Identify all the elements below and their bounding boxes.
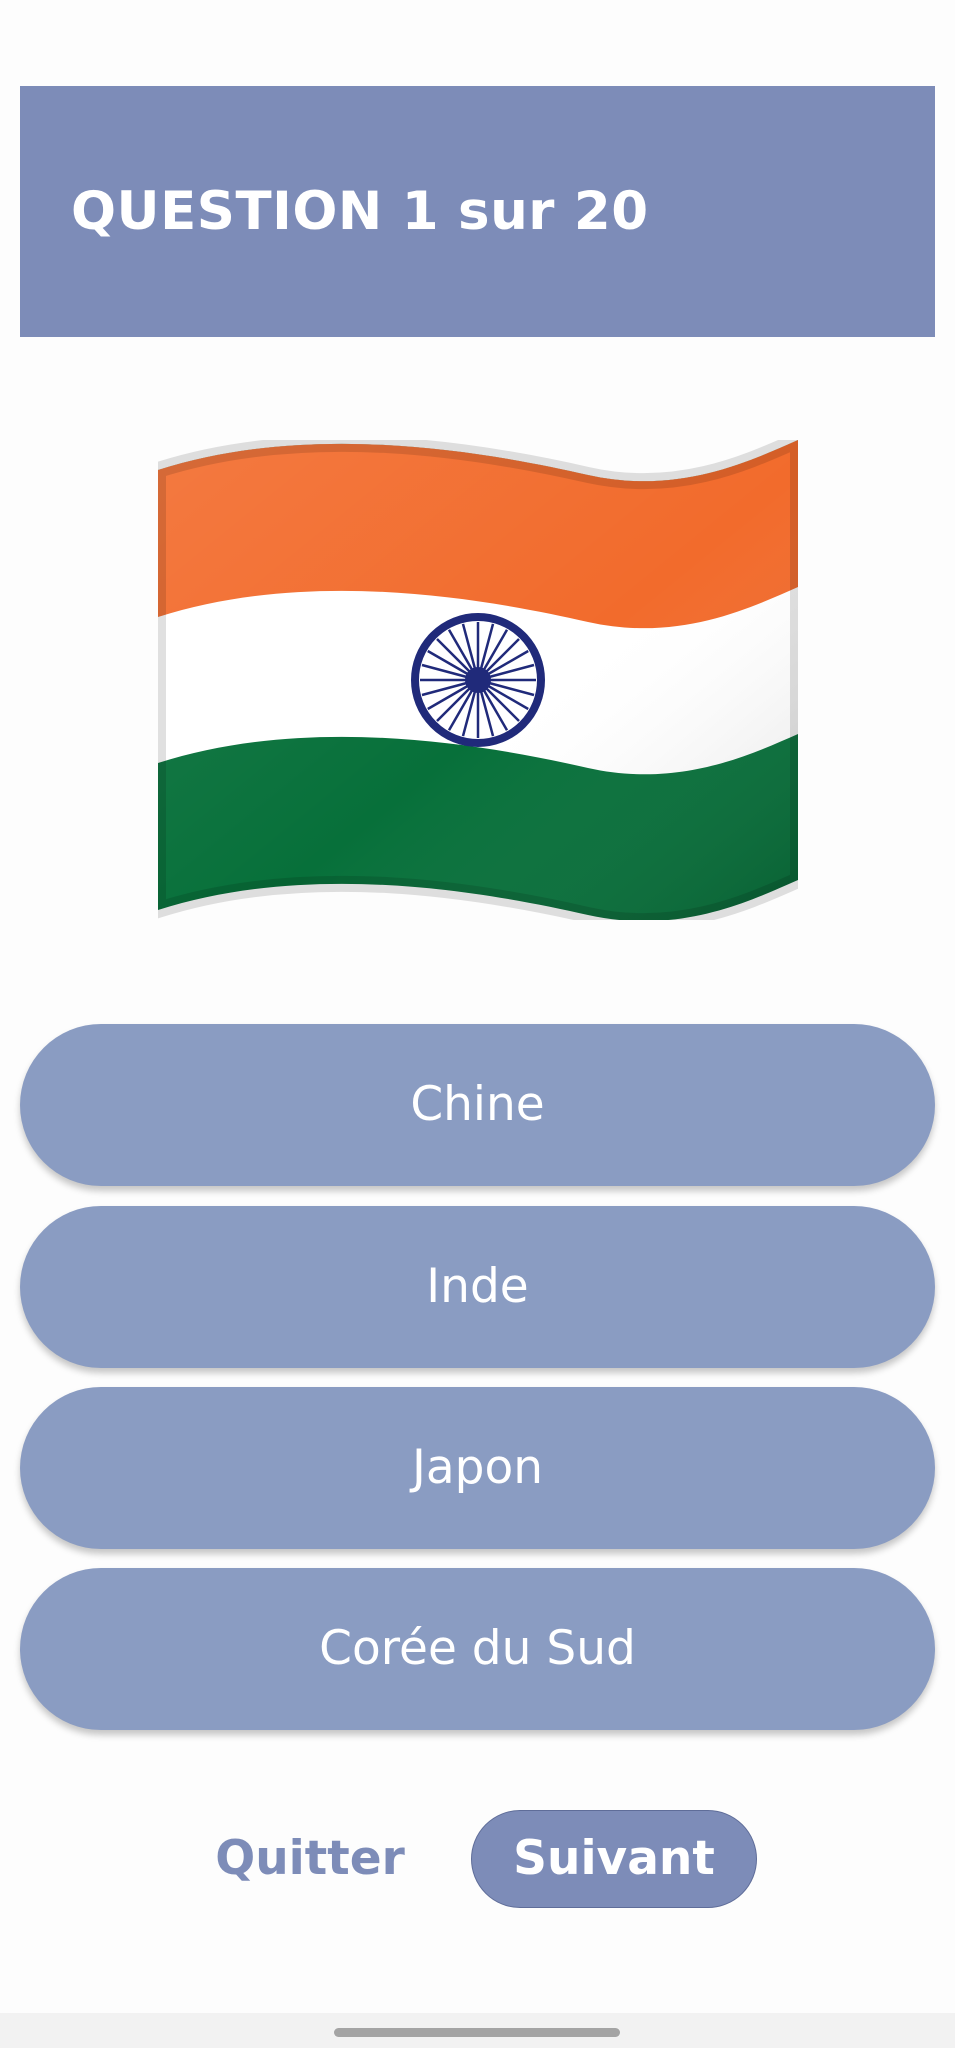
answer-option-japon[interactable]: Japon	[20, 1387, 935, 1549]
question-counter-title: QUESTION 1 sur 20	[71, 181, 649, 242]
answer-option-chine[interactable]: Chine	[20, 1024, 935, 1186]
system-navigation-bar	[0, 2013, 955, 2048]
question-header: QUESTION 1 sur 20	[20, 86, 935, 337]
next-button[interactable]: Suivant	[471, 1810, 757, 1908]
india-flag-icon	[158, 440, 798, 920]
answer-option-coree-du-sud[interactable]: Corée du Sud	[20, 1568, 935, 1730]
home-indicator[interactable]	[334, 2028, 620, 2037]
quit-button[interactable]: Quitter	[188, 1810, 432, 1908]
answer-option-inde[interactable]: Inde	[20, 1206, 935, 1368]
